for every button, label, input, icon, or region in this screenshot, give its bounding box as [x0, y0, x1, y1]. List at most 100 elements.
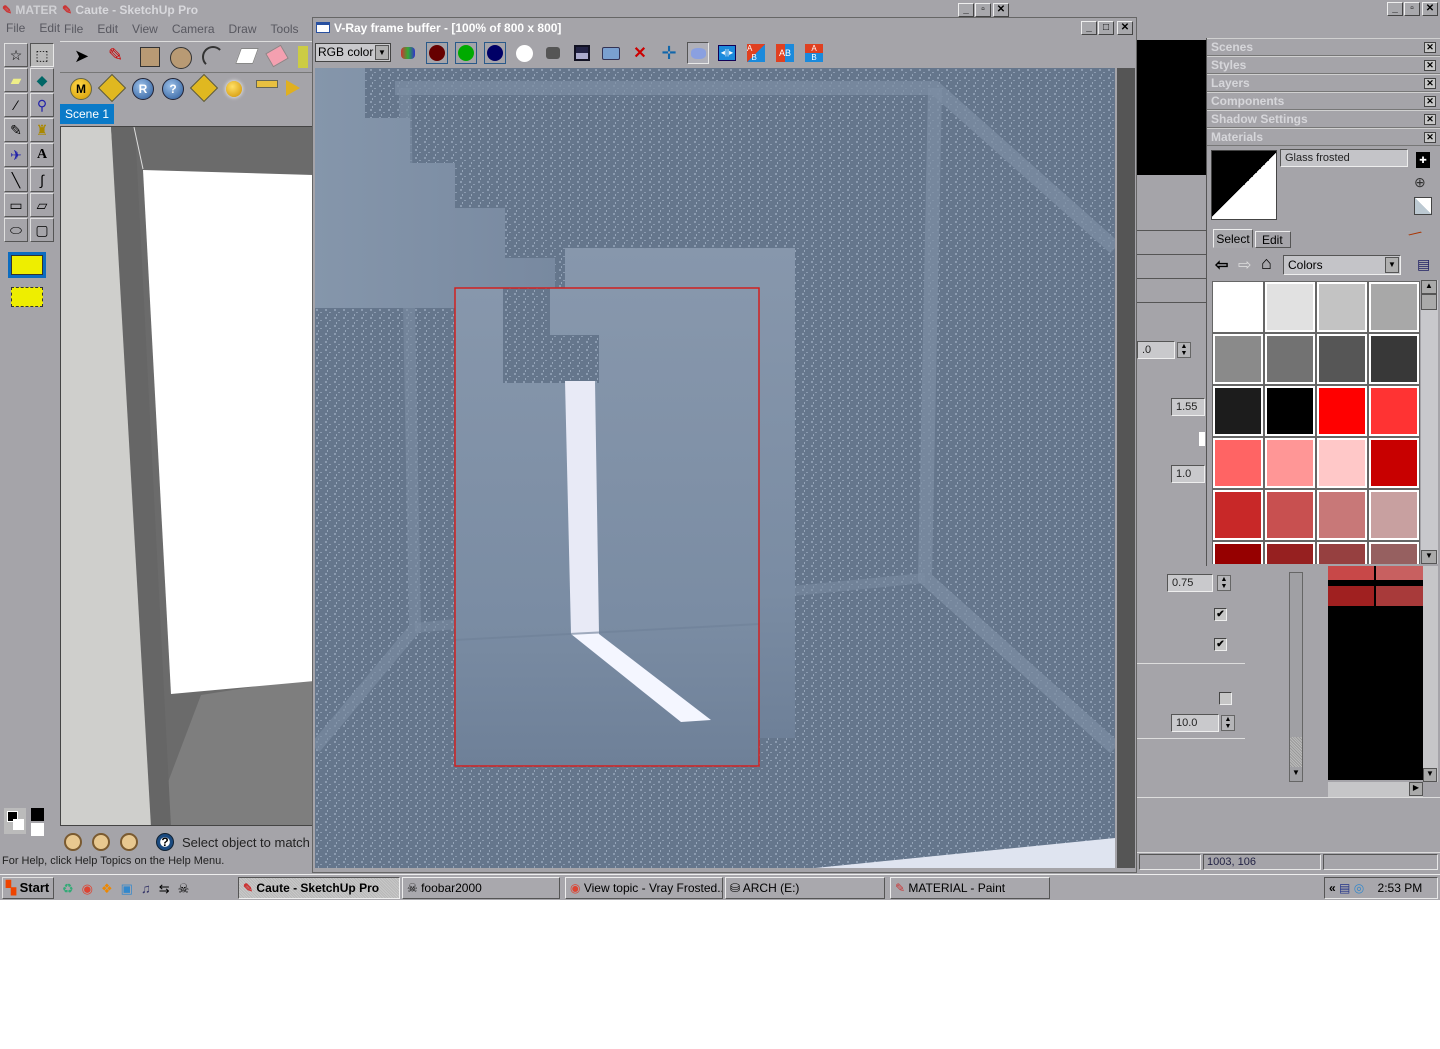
scroll-up-icon[interactable]: ▲: [1421, 280, 1437, 294]
vray-spot-light-icon[interactable]: [286, 80, 300, 96]
material-swatch[interactable]: [1264, 385, 1316, 437]
vray-omni-light-icon[interactable]: [226, 81, 242, 97]
material-swatch[interactable]: [1212, 489, 1264, 541]
option-checkbox-0[interactable]: ✔: [1214, 608, 1227, 621]
paint-menu-file[interactable]: File: [6, 21, 25, 35]
su-close-button[interactable]: ✕: [993, 3, 1009, 17]
su-menu-draw[interactable]: Draw: [229, 22, 257, 36]
tab-edit[interactable]: Edit: [1255, 231, 1291, 248]
material-swatch[interactable]: [1316, 333, 1368, 385]
save-image-icon[interactable]: [571, 42, 593, 64]
monochrome-icon[interactable]: [542, 42, 564, 64]
options-scrollbar[interactable]: ▼: [1289, 572, 1303, 782]
swatch-scrollbar[interactable]: ▲ ▼: [1421, 280, 1438, 564]
palette-black[interactable]: [31, 808, 44, 821]
clear-image-icon[interactable]: ✕: [629, 42, 651, 64]
material-swatch[interactable]: [1316, 489, 1368, 541]
paint-minimize-button[interactable]: _: [1387, 2, 1403, 16]
taskbar-item-paint[interactable]: ✎ MATERIAL - Paint: [890, 877, 1050, 899]
su-minimize-button[interactable]: _: [958, 3, 974, 17]
arc-tool-icon[interactable]: [202, 46, 224, 68]
default-material-icon[interactable]: [1414, 197, 1432, 215]
vray-render-icon[interactable]: R: [132, 78, 154, 100]
tray-shadow-settings[interactable]: Shadow Settings ✕: [1207, 110, 1440, 128]
spinner-4[interactable]: ▲ ▼: [1221, 715, 1235, 731]
tray-components[interactable]: Components ✕: [1207, 92, 1440, 110]
su-menu-camera[interactable]: Camera: [172, 22, 215, 36]
vfb-close-button[interactable]: ✕: [1117, 21, 1133, 35]
material-swatch[interactable]: [1264, 489, 1316, 541]
spinner-3[interactable]: ▲ ▼: [1217, 575, 1231, 591]
taskbar-item-sketchup[interactable]: ✎ Caute - SketchUp Pro: [238, 877, 400, 899]
vray-frame-buffer-icon[interactable]: [189, 73, 219, 103]
make-component-icon[interactable]: [235, 48, 259, 64]
polygon-icon[interactable]: ▱: [30, 193, 54, 217]
instructor-help-icon[interactable]: ?: [156, 833, 174, 851]
eraser-icon[interactable]: ▰: [4, 68, 28, 92]
material-swatch[interactable]: [1368, 281, 1420, 333]
material-swatch[interactable]: [1212, 281, 1264, 333]
option-value-4[interactable]: 10.0: [1171, 714, 1219, 732]
option-checkbox-1[interactable]: ✔: [1214, 638, 1227, 651]
material-swatch[interactable]: [1264, 437, 1316, 489]
eraser-tool-icon[interactable]: [265, 44, 289, 68]
pencil-icon[interactable]: ✎: [4, 118, 28, 142]
show-hidden-icons[interactable]: «: [1329, 881, 1336, 895]
scene-tab-1[interactable]: Scene 1: [60, 104, 114, 124]
material-swatch[interactable]: [1264, 541, 1316, 564]
option-value-1[interactable]: 1.55: [1171, 398, 1205, 416]
taskbar-item-foobar[interactable]: ☠ foobar2000: [402, 877, 560, 899]
material-swatch[interactable]: [1316, 385, 1368, 437]
switch-icon[interactable]: ⇆: [159, 881, 170, 897]
tray-materials[interactable]: Materials ✕: [1207, 128, 1440, 146]
close-icon[interactable]: ✕: [1424, 132, 1436, 143]
select-arrow-icon[interactable]: ➤: [74, 46, 89, 67]
green-channel-icon[interactable]: [455, 42, 477, 64]
paint-restore-button[interactable]: ▫: [1404, 2, 1420, 16]
taskbar-item-arch[interactable]: ⛁ ARCH (E:): [725, 877, 885, 899]
close-icon[interactable]: ✕: [1424, 60, 1436, 71]
material-swatch[interactable]: [1316, 541, 1368, 564]
tray-styles[interactable]: Styles ✕: [1207, 56, 1440, 74]
scroll-thumb[interactable]: [1421, 294, 1437, 310]
preview-scrollbar[interactable]: ▼: [1423, 560, 1438, 782]
paint-menu-edit[interactable]: Edit: [39, 21, 60, 35]
network-icon[interactable]: ▤: [1339, 881, 1350, 895]
option-value-2[interactable]: 1.0: [1171, 465, 1205, 483]
ab-horizontal-icon[interactable]: AB: [774, 42, 796, 64]
airbrush-icon[interactable]: ✈: [4, 143, 28, 167]
recycle-icon[interactable]: ♻: [62, 881, 74, 897]
material-swatch[interactable]: [1212, 333, 1264, 385]
chrome-icon[interactable]: ◉: [82, 881, 93, 897]
material-swatch[interactable]: [1212, 385, 1264, 437]
material-swatch[interactable]: [1316, 281, 1368, 333]
brush-icon[interactable]: ♜: [30, 118, 54, 142]
material-swatch[interactable]: [1368, 385, 1420, 437]
material-swatch[interactable]: [1316, 437, 1368, 489]
details-menu-icon[interactable]: ▤: [1417, 256, 1430, 273]
su-menu-view[interactable]: View: [132, 22, 158, 36]
compare-ab-icon[interactable]: ◂||▸: [716, 42, 738, 64]
track-mouse-icon[interactable]: ✛: [658, 42, 680, 64]
library-select[interactable]: Colors ▼: [1283, 255, 1401, 275]
su-menu-file[interactable]: File: [64, 22, 83, 36]
red-channel-icon[interactable]: [426, 42, 448, 64]
display-secondary-pane-icon[interactable]: ✚: [1416, 152, 1430, 168]
vray-help-icon[interactable]: ?: [162, 78, 184, 100]
su-menu-tools[interactable]: Tools: [271, 22, 299, 36]
pencil-line-icon[interactable]: ✎: [108, 45, 123, 66]
free-select-icon[interactable]: ☆: [4, 43, 28, 67]
material-swatch[interactable]: [1368, 489, 1420, 541]
paint-close-button[interactable]: ✕: [1422, 2, 1438, 16]
channel-select[interactable]: RGB color ▼: [315, 43, 391, 62]
ab-diagonal-icon[interactable]: A B: [745, 42, 767, 64]
option-value-0[interactable]: .0: [1137, 341, 1175, 359]
option-checkbox-2[interactable]: [1219, 692, 1232, 705]
back-arrow-icon[interactable]: ⇦: [1215, 255, 1228, 275]
transparent-mode-icon[interactable]: [8, 252, 46, 278]
create-material-icon[interactable]: ⊕: [1414, 174, 1426, 191]
material-swatch[interactable]: [1368, 437, 1420, 489]
option-value-3[interactable]: 0.75: [1167, 574, 1213, 592]
line-icon[interactable]: ╲: [4, 168, 28, 192]
rectangle-tool-icon[interactable]: [140, 47, 160, 67]
